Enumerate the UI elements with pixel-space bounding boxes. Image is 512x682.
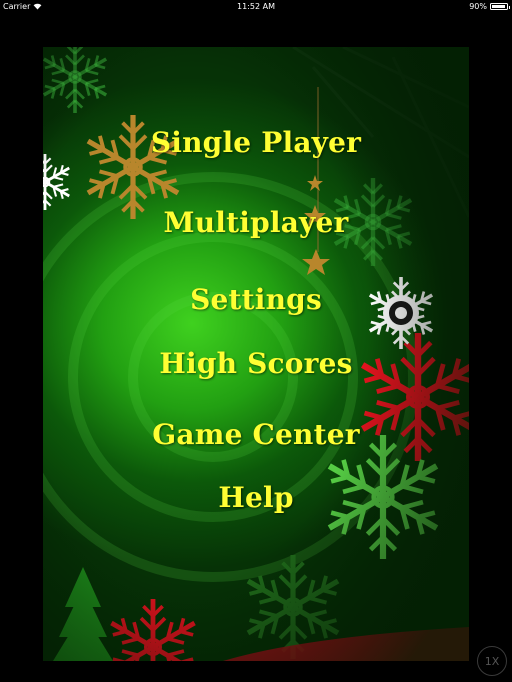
multiplayer-button[interactable]: Multiplayer	[43, 205, 469, 241]
main-menu: Single Player Multiplayer Settings High …	[43, 47, 469, 661]
game-menu-screen: Single Player Multiplayer Settings High …	[43, 47, 469, 661]
single-player-button[interactable]: Single Player	[43, 125, 469, 161]
settings-button[interactable]: Settings	[43, 282, 469, 318]
status-bar: Carrier 11:52 AM 90%	[0, 0, 512, 14]
battery-percent: 90%	[469, 2, 487, 11]
status-time: 11:52 AM	[237, 2, 275, 11]
battery-icon	[490, 3, 510, 10]
high-scores-button[interactable]: High Scores	[43, 346, 469, 382]
help-button[interactable]: Help	[43, 480, 469, 516]
zoom-scale-button[interactable]: 1X	[477, 646, 507, 676]
game-center-button[interactable]: Game Center	[43, 417, 469, 453]
battery-group: 90%	[469, 2, 510, 11]
